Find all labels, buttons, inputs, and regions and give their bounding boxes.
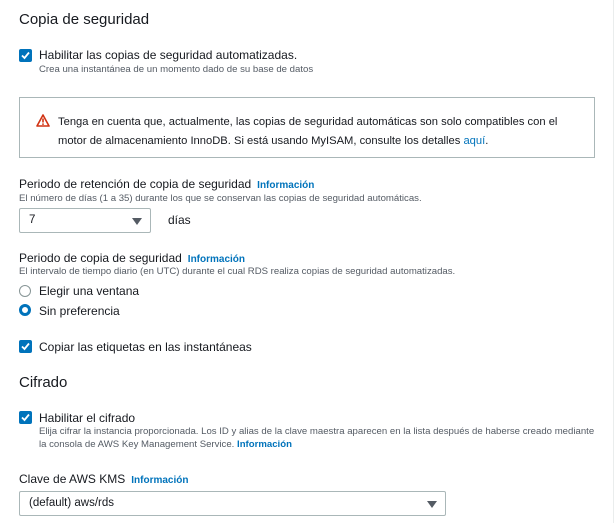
retention-info-link[interactable]: Información (257, 180, 314, 191)
select-window-radio[interactable] (19, 285, 31, 297)
select-window-label[interactable]: Elegir una ventana (39, 284, 139, 298)
caret-down-icon (132, 218, 142, 225)
retention-unit: días (168, 213, 191, 227)
copy-tags-checkbox[interactable] (19, 340, 32, 353)
check-icon (21, 342, 30, 351)
backup-window-label-text: Periodo de copia de seguridad (19, 251, 182, 265)
enable-encryption-description: Elija cifrar la instancia proporcionada.… (39, 426, 604, 451)
innodb-warning-alert: Tenga en cuenta que, actualmente, las co… (19, 97, 595, 158)
kms-key-label-text: Clave de AWS KMS (19, 472, 126, 486)
backup-window-label: Periodo de copia de seguridad Información (19, 251, 245, 265)
kms-info-link[interactable]: Información (131, 475, 188, 486)
backup-section-title: Copia de seguridad (19, 11, 150, 28)
auto-backups-label[interactable]: Habilitar las copias de seguridad automa… (39, 48, 297, 62)
warning-text: Tenga en cuenta que, actualmente, las co… (58, 113, 588, 151)
kms-key-label: Clave de AWS KMS Información (19, 472, 189, 486)
warning-icon (36, 114, 50, 127)
kms-key-select[interactable]: (default) aws/rds (19, 491, 446, 516)
backup-settings-panel: Copia de seguridad Habilitar las copias … (0, 0, 614, 523)
check-icon (21, 413, 30, 422)
warning-details-link[interactable]: aquí (463, 135, 485, 147)
no-preference-radio[interactable] (19, 304, 31, 316)
auto-backups-checkbox[interactable] (19, 49, 32, 62)
check-icon (21, 51, 30, 60)
encryption-section-title: Cifrado (19, 374, 68, 391)
encryption-desc-text: Elija cifrar la instancia proporcionada.… (39, 426, 595, 450)
encryption-info-link[interactable]: Información (237, 439, 292, 450)
retention-period-label: Periodo de retención de copia de segurid… (19, 177, 314, 191)
retention-period-description: El número de días (1 a 35) durante los q… (19, 193, 422, 204)
backup-window-info-link[interactable]: Información (188, 254, 245, 265)
retention-period-label-text: Periodo de retención de copia de segurid… (19, 177, 252, 191)
caret-down-icon (427, 501, 437, 508)
warning-period: . (485, 135, 489, 147)
no-preference-label[interactable]: Sin preferencia (39, 304, 120, 318)
auto-backups-description: Crea una instantánea de un momento dado … (39, 64, 314, 75)
retention-period-select[interactable]: 7 (19, 208, 151, 233)
enable-encryption-label[interactable]: Habilitar el cifrado (39, 411, 135, 425)
backup-window-description: El intervalo de tiempo diario (en UTC) d… (19, 266, 456, 277)
enable-encryption-checkbox[interactable] (19, 411, 32, 424)
kms-key-value: (default) aws/rds (29, 497, 115, 509)
copy-tags-label[interactable]: Copiar las etiquetas en las instantáneas (39, 340, 252, 354)
retention-period-value: 7 (29, 214, 36, 226)
